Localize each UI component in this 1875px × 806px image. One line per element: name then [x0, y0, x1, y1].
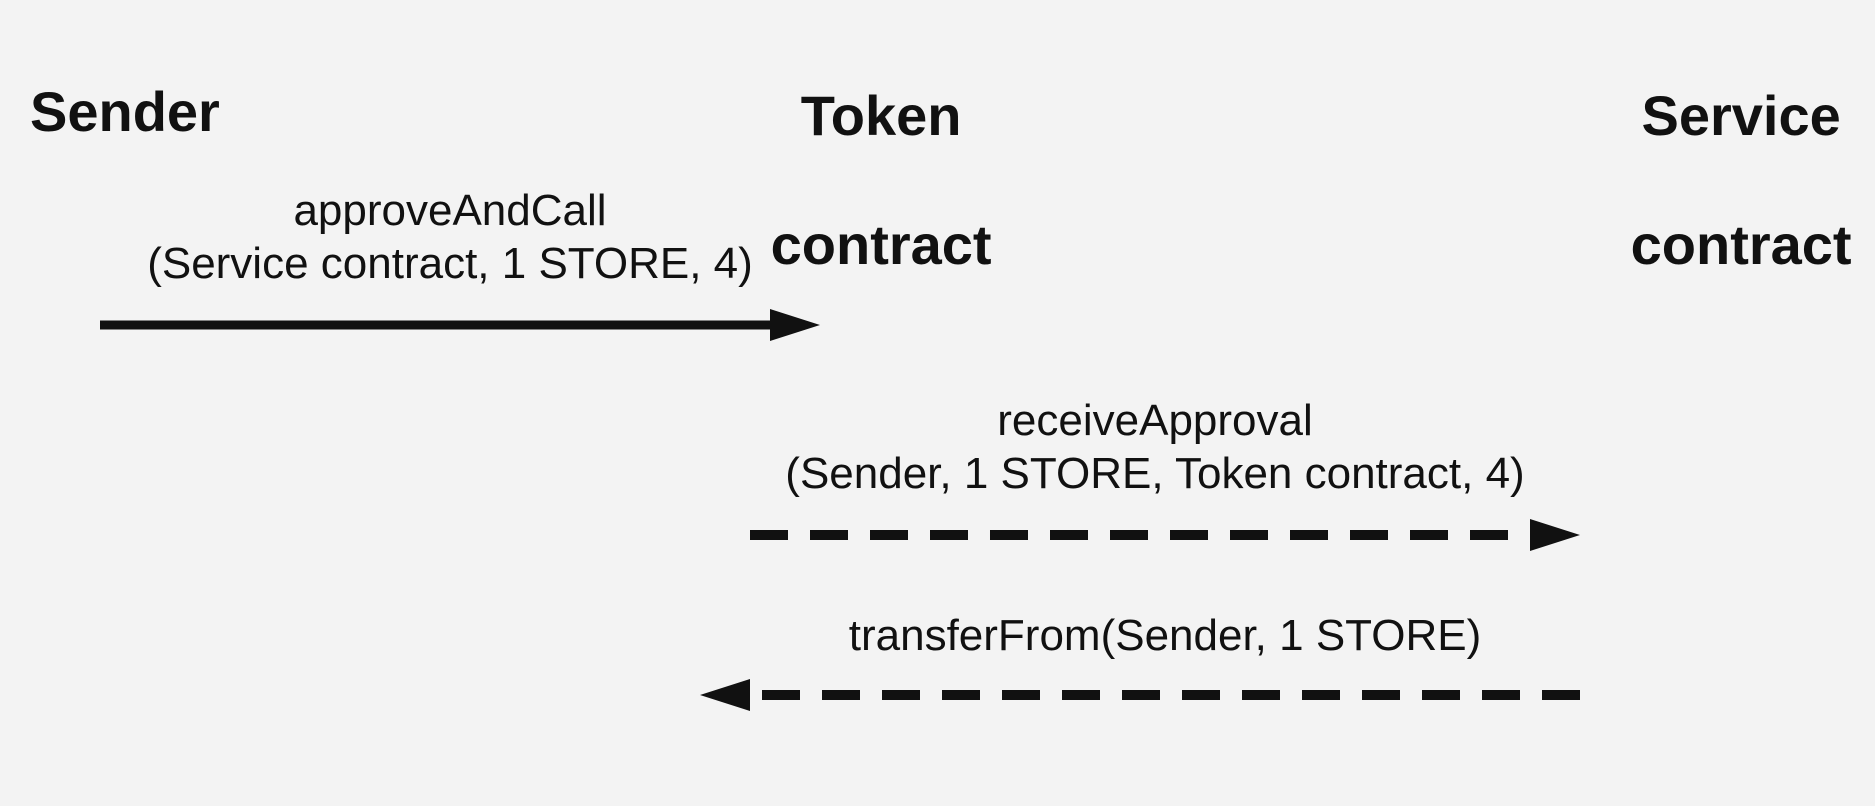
arrow-approve-and-call	[100, 305, 820, 345]
msg-transfer-from-label: transferFrom(Sender, 1 STORE)	[750, 610, 1580, 663]
msg1-line2: (Service contract, 1 STORE, 4)	[147, 239, 753, 288]
msg-receive-approval-label: receiveApproval (Sender, 1 STORE, Token …	[705, 395, 1605, 501]
actor-service-line1: Service	[1641, 84, 1840, 147]
arrow-receive-approval	[750, 515, 1580, 555]
msg2-line2: (Sender, 1 STORE, Token contract, 4)	[785, 449, 1524, 498]
actor-service-contract: Service contract	[1560, 20, 1860, 342]
actor-sender: Sender	[30, 80, 220, 144]
actor-token-line2: contract	[771, 213, 992, 276]
arrow-transfer-from	[700, 675, 1580, 715]
msg2-line1: receiveApproval	[997, 396, 1313, 445]
msg3-line1: transferFrom(Sender, 1 STORE)	[849, 611, 1482, 660]
actor-token-line1: Token	[801, 84, 962, 147]
msg1-line1: approveAndCall	[293, 186, 606, 235]
actor-service-line2: contract	[1631, 213, 1852, 276]
actor-token-contract: Token contract	[700, 20, 1000, 342]
sequence-diagram: Sender Token contract Service contract a…	[0, 0, 1875, 806]
msg-approve-and-call-label: approveAndCall (Service contract, 1 STOR…	[100, 185, 800, 291]
